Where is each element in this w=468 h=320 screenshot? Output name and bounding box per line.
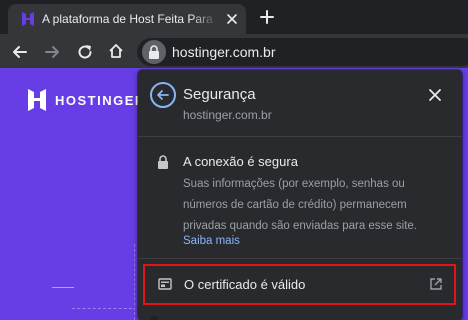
reload-icon[interactable]: [76, 43, 94, 61]
divider: [138, 258, 462, 259]
arrow-left-icon[interactable]: [11, 43, 29, 61]
home-icon[interactable]: [107, 42, 125, 60]
hostinger-favicon-icon: [22, 12, 34, 26]
decorative-line: [134, 244, 135, 320]
connection-status: A conexão é segura: [183, 154, 298, 169]
plus-icon[interactable]: [258, 8, 276, 26]
hostinger-logo-icon: [28, 89, 46, 111]
tab-strip: A plataforma de Host Feita Para Você: [0, 0, 468, 34]
decorative-line: [72, 308, 132, 309]
lock-icon: [149, 45, 159, 59]
url-text[interactable]: hostinger.com.br: [172, 44, 276, 60]
certificate-label: O certificado é válido: [184, 277, 306, 292]
close-icon[interactable]: [427, 87, 443, 103]
arrow-right-icon[interactable]: [43, 43, 61, 61]
browser-tab[interactable]: A plataforma de Host Feita Para Você: [8, 4, 246, 34]
certificate-icon: [158, 278, 172, 290]
certificate-row[interactable]: O certificado é válido: [143, 264, 456, 305]
logo-text: HOSTINGER: [55, 92, 146, 108]
site-logo[interactable]: HOSTINGER: [27, 89, 146, 111]
popup-domain: hostinger.com.br: [183, 108, 272, 122]
tab-title: A plataforma de Host Feita Para Você: [42, 12, 218, 26]
decorative-line: [52, 287, 74, 288]
site-info-button[interactable]: [142, 40, 166, 64]
arrow-left-icon: [157, 90, 169, 100]
divider: [138, 136, 462, 137]
connection-description: Suas informações (por exemplo, senhas ou…: [183, 178, 417, 232]
learn-more-link[interactable]: Saiba mais: [183, 235, 240, 247]
decorative-dot: [150, 316, 158, 320]
close-icon[interactable]: [224, 11, 240, 27]
popup-title: Segurança: [183, 86, 256, 103]
external-link-icon: [430, 278, 442, 290]
popup-back-button[interactable]: [150, 82, 176, 108]
lock-icon: [158, 155, 168, 169]
